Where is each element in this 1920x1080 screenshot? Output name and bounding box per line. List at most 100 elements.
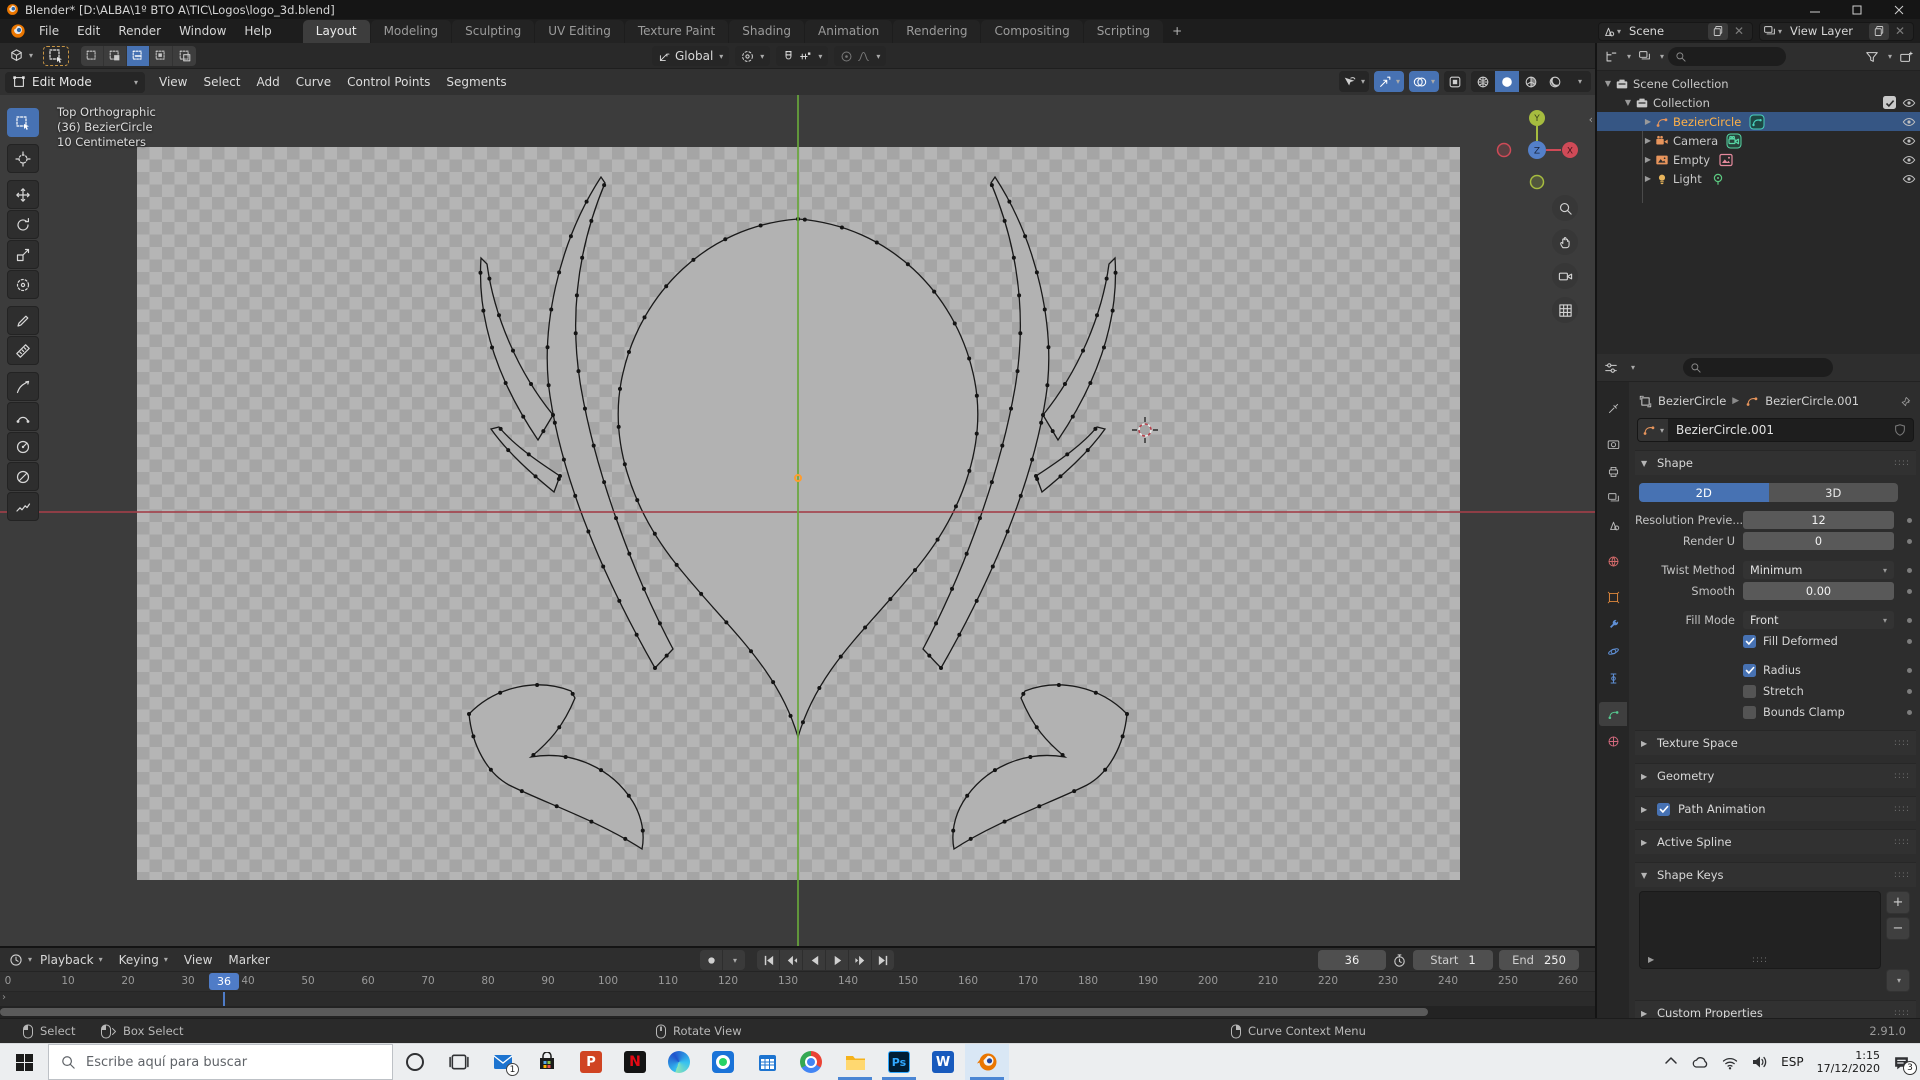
- control-point[interactable]: [616, 424, 621, 429]
- properties-tab-view-layer[interactable]: [1599, 486, 1627, 510]
- next-keyframe-button[interactable]: [849, 950, 871, 970]
- taskbar-app-store[interactable]: [525, 1044, 569, 1080]
- panel-drag-dots[interactable]: ::::: [1894, 837, 1910, 847]
- taskbar-search-input[interactable]: Escribe aquí para buscar: [48, 1044, 393, 1080]
- control-point[interactable]: [1113, 270, 1118, 275]
- control-point[interactable]: [1034, 725, 1039, 730]
- control-point[interactable]: [1058, 474, 1063, 479]
- toggle-ortho-button[interactable]: [1552, 297, 1578, 323]
- control-point[interactable]: [490, 345, 495, 350]
- animate-dot[interactable]: [1902, 667, 1916, 673]
- checkbox-fill-deformed[interactable]: [1743, 634, 1756, 648]
- outliner-row-beziercircle[interactable]: ▶ BezierCircle: [1597, 112, 1920, 131]
- expand-icon[interactable]: ▼: [1621, 98, 1635, 107]
- control-point[interactable]: [641, 586, 646, 591]
- properties-tab-render[interactable]: [1599, 432, 1627, 456]
- tool-tilt[interactable]: [7, 462, 39, 491]
- control-point[interactable]: [563, 754, 568, 759]
- control-point[interactable]: [771, 680, 776, 685]
- control-point[interactable]: [758, 223, 763, 228]
- control-point[interactable]: [1085, 448, 1090, 453]
- control-point[interactable]: [580, 255, 585, 260]
- control-point[interactable]: [1028, 754, 1033, 759]
- tab-scripting[interactable]: Scripting: [1083, 20, 1164, 43]
- outliner-row-camera[interactable]: ▶ Camera: [1597, 131, 1920, 150]
- control-point[interactable]: [556, 477, 561, 482]
- control-point[interactable]: [838, 654, 843, 659]
- control-point[interactable]: [723, 237, 728, 242]
- control-point[interactable]: [1011, 255, 1016, 260]
- control-point[interactable]: [602, 183, 607, 188]
- wifi-icon[interactable]: [1722, 1055, 1738, 1070]
- outliner-filter-button[interactable]: [1862, 48, 1882, 66]
- tab-layout[interactable]: Layout: [302, 20, 370, 43]
- menu-file[interactable]: File: [30, 24, 68, 38]
- control-point[interactable]: [653, 666, 657, 670]
- control-point[interactable]: [568, 234, 573, 239]
- control-point[interactable]: [1060, 752, 1065, 757]
- control-point[interactable]: [526, 452, 531, 457]
- proportional-edit-controls[interactable]: ▾: [834, 46, 887, 66]
- language-indicator[interactable]: ESP: [1781, 1055, 1803, 1069]
- control-point[interactable]: [957, 632, 962, 637]
- animate-dot[interactable]: [1902, 567, 1916, 573]
- control-point[interactable]: [874, 240, 879, 245]
- control-point[interactable]: [642, 315, 647, 320]
- control-point[interactable]: [1103, 767, 1108, 772]
- menu-control-points[interactable]: Control Points: [339, 75, 438, 89]
- control-point[interactable]: [1062, 382, 1067, 387]
- panel-checkbox[interactable]: [1657, 802, 1670, 816]
- view-layer-selector[interactable]: ▾ View Layer ✕: [1758, 21, 1914, 41]
- panel-drag-dots[interactable]: ::::: [1894, 870, 1910, 880]
- control-point[interactable]: [989, 183, 994, 188]
- properties-tab-modifiers[interactable]: [1599, 612, 1627, 636]
- control-point[interactable]: [506, 448, 511, 453]
- outliner-row-empty[interactable]: ▶ Empty: [1597, 150, 1920, 169]
- outliner-editor-type-button[interactable]: [1601, 48, 1621, 66]
- control-point[interactable]: [953, 504, 958, 509]
- control-point[interactable]: [1081, 348, 1086, 353]
- property-dropdown[interactable]: Minimum ▾: [1743, 561, 1894, 579]
- remove-shape-key-button[interactable]: −: [1886, 917, 1910, 940]
- shading-rendered-button[interactable]: [1543, 71, 1567, 92]
- control-point[interactable]: [1037, 804, 1042, 809]
- control-point[interactable]: [965, 793, 970, 798]
- visibility-dropdown[interactable]: ▾: [1338, 71, 1369, 92]
- outliner-search-input[interactable]: [1668, 47, 1787, 66]
- control-point[interactable]: [576, 369, 581, 374]
- control-point[interactable]: [1041, 413, 1045, 417]
- control-point[interactable]: [1065, 452, 1070, 457]
- blender-app-icon[interactable]: [10, 19, 26, 43]
- control-point[interactable]: [1002, 218, 1007, 223]
- checkbox-stretch[interactable]: [1743, 684, 1756, 698]
- control-point[interactable]: [1093, 426, 1098, 431]
- properties-tab-data[interactable]: [1599, 702, 1627, 726]
- timeline-track[interactable]: ›: [0, 992, 1595, 1006]
- datablock-name-field[interactable]: ▾ BezierCircle.001: [1637, 418, 1914, 442]
- control-point[interactable]: [519, 789, 524, 794]
- control-point[interactable]: [992, 768, 997, 773]
- control-point[interactable]: [977, 516, 982, 521]
- visibility-eye-icon[interactable]: [1902, 96, 1916, 110]
- shading-material-button[interactable]: [1519, 71, 1543, 92]
- control-point[interactable]: [552, 420, 557, 425]
- outliner-display-mode-button[interactable]: [1635, 48, 1654, 65]
- control-point[interactable]: [1018, 331, 1023, 336]
- tool-select-box[interactable]: [7, 108, 39, 137]
- outliner-row-collection[interactable]: ▼ Collection: [1597, 93, 1920, 112]
- control-point[interactable]: [617, 386, 622, 391]
- tab-animation[interactable]: Animation: [805, 20, 893, 43]
- previous-keyframe-button[interactable]: [780, 950, 802, 970]
- control-point[interactable]: [934, 621, 939, 626]
- expand-icon[interactable]: ▶: [1641, 136, 1655, 145]
- menu-add[interactable]: Add: [249, 75, 288, 89]
- maximize-button[interactable]: [1836, 0, 1878, 19]
- control-point[interactable]: [952, 321, 957, 326]
- scene-selector[interactable]: ▾ Scene ✕: [1597, 21, 1753, 41]
- camera-view-button[interactable]: [1552, 263, 1578, 289]
- animate-dot[interactable]: [1902, 709, 1916, 715]
- control-point[interactable]: [1000, 443, 1005, 448]
- control-point[interactable]: [574, 293, 579, 298]
- shape-keys-list[interactable]: ▶::::: [1639, 891, 1881, 969]
- minimize-button[interactable]: [1794, 0, 1836, 19]
